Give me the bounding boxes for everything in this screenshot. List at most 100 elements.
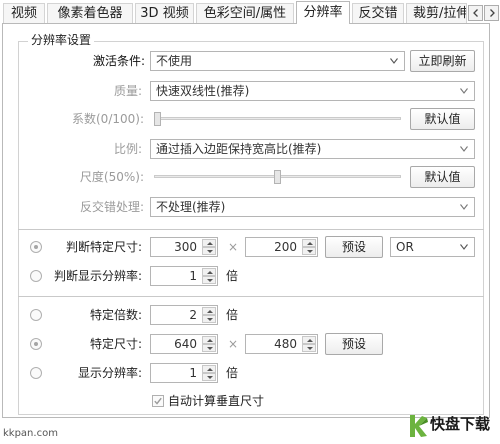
- spin-up-icon: [207, 271, 213, 274]
- spin-arrows: [302, 336, 316, 352]
- spin-value: 640: [174, 337, 197, 351]
- chevron-down-icon: [460, 204, 468, 210]
- spin-up-icon: [307, 242, 313, 245]
- watermark-brand: 快盘下载: [430, 415, 491, 433]
- spin-down-button[interactable]: [202, 373, 216, 381]
- auto-vertical-checkbox[interactable]: [152, 395, 164, 407]
- spin-down-button[interactable]: [202, 344, 216, 352]
- tab-label: 分辨率: [303, 5, 343, 20]
- activation-select[interactable]: 不使用: [150, 51, 405, 71]
- display-resolution-label: 显示分辨率:: [77, 366, 142, 380]
- detect-display-label: 判断显示分辨率:: [53, 269, 142, 283]
- tab-pixel-shader[interactable]: 像素着色器: [47, 3, 133, 23]
- detect-height-spinbox[interactable]: 200: [245, 237, 318, 257]
- times-unit: 倍: [226, 366, 239, 380]
- spin-down-icon: [207, 279, 213, 282]
- spin-arrows: [202, 336, 216, 352]
- spin-arrows: [302, 239, 316, 255]
- tab-resolution[interactable]: 分辨率: [296, 1, 350, 24]
- detect-size-radio[interactable]: [30, 241, 42, 253]
- tab-scroll-right-button[interactable]: [484, 5, 499, 21]
- spin-value: 1: [189, 366, 197, 380]
- spin-down-button[interactable]: [202, 276, 216, 284]
- ratio-value: 通过插入边距保持宽高比(推荐): [156, 142, 322, 156]
- slider-groove: [154, 117, 401, 120]
- scale-default-button[interactable]: 默认值: [410, 166, 475, 188]
- tab-label: 反交错: [358, 6, 398, 21]
- spin-down-icon: [207, 318, 213, 321]
- spin-up-button[interactable]: [202, 239, 216, 247]
- detect-preset-button[interactable]: 预设: [325, 236, 383, 258]
- spin-arrows: [202, 239, 216, 255]
- specific-size-radio[interactable]: [30, 338, 42, 350]
- spin-down-button[interactable]: [202, 247, 216, 255]
- tab-color-space[interactable]: 色彩空间/属性: [196, 3, 294, 23]
- spin-up-button[interactable]: [302, 336, 316, 344]
- slider-thumb[interactable]: [274, 170, 281, 184]
- display-resolution-radio[interactable]: [30, 367, 42, 379]
- deinterlace-value: 不处理(推荐): [156, 200, 226, 214]
- spin-up-button[interactable]: [202, 307, 216, 315]
- tab-label: 像素着色器: [57, 6, 123, 21]
- spin-arrows: [202, 307, 216, 323]
- slider-thumb[interactable]: [154, 112, 161, 126]
- tab-crop-stretch[interactable]: 裁剪/拉伸: [406, 3, 467, 23]
- group-title: 分辨率设置: [28, 32, 95, 48]
- chevron-down-icon: [390, 58, 398, 64]
- tab-scroll-left-button[interactable]: [468, 5, 483, 21]
- ratio-label: 比例:: [113, 142, 142, 156]
- activation-label: 激活条件:: [92, 54, 145, 68]
- separator: [18, 296, 484, 297]
- tab-deinterlace[interactable]: 反交错: [352, 3, 404, 23]
- spin-value: 2: [189, 308, 197, 322]
- specific-height-spinbox[interactable]: 480: [245, 334, 318, 354]
- coefficient-default-button[interactable]: 默认值: [410, 108, 475, 130]
- spin-down-button[interactable]: [202, 315, 216, 323]
- detect-display-spinbox[interactable]: 1: [150, 266, 218, 286]
- checkmark-icon: [154, 397, 162, 405]
- deinterlace-select[interactable]: 不处理(推荐): [150, 197, 475, 217]
- quality-select[interactable]: 快速双线性(推荐): [150, 81, 475, 101]
- display-resolution-spinbox[interactable]: 1: [150, 363, 218, 383]
- times-unit: 倍: [226, 308, 239, 322]
- tab-label: 裁剪/拉伸: [413, 6, 467, 21]
- coefficient-slider[interactable]: [150, 109, 405, 129]
- detect-size-label: 判断特定尺寸:: [65, 240, 142, 254]
- spin-up-button[interactable]: [302, 239, 316, 247]
- spin-up-button[interactable]: [202, 336, 216, 344]
- spin-up-button[interactable]: [202, 365, 216, 373]
- ratio-select[interactable]: 通过插入边距保持宽高比(推荐): [150, 139, 475, 159]
- spin-value: 1: [189, 269, 197, 283]
- tab-3d-video[interactable]: 3D 视频: [135, 3, 194, 23]
- chevron-down-icon: [460, 244, 468, 250]
- tab-label: 色彩空间/属性: [203, 6, 287, 21]
- activation-value: 不使用: [156, 54, 193, 68]
- quality-label: 质量:: [113, 84, 142, 98]
- resolution-settings-dialog: 视频 像素着色器 3D 视频 色彩空间/属性 分辨率 反交错 裁剪/拉伸 分辨率…: [0, 0, 500, 444]
- spin-up-icon: [207, 368, 213, 371]
- refresh-now-button[interactable]: 立即刷新: [410, 50, 475, 72]
- spin-up-button[interactable]: [202, 268, 216, 276]
- spin-value: 300: [174, 240, 197, 254]
- detect-display-radio[interactable]: [30, 270, 42, 282]
- spin-down-button[interactable]: [302, 247, 316, 255]
- chevron-down-icon: [460, 88, 468, 94]
- kuaipan-logo-icon: [410, 415, 428, 437]
- times-unit: 倍: [226, 269, 239, 283]
- quality-value: 快速双线性(推荐): [156, 84, 250, 98]
- detect-width-spinbox[interactable]: 300: [150, 237, 218, 257]
- specific-multiple-radio[interactable]: [30, 309, 42, 321]
- chevron-right-icon: [490, 9, 495, 17]
- spin-down-icon: [207, 376, 213, 379]
- auto-vertical-label: 自动计算垂直尺寸: [168, 394, 265, 408]
- spin-value: 200: [274, 240, 297, 254]
- logic-select[interactable]: OR: [390, 237, 475, 257]
- scale-slider[interactable]: [150, 167, 405, 187]
- specific-multiple-spinbox[interactable]: 2: [150, 305, 218, 325]
- watermark-site: kkpan.com: [3, 428, 58, 439]
- tab-video[interactable]: 视频: [3, 3, 45, 23]
- specific-width-spinbox[interactable]: 640: [150, 334, 218, 354]
- spin-down-button[interactable]: [302, 344, 316, 352]
- spin-value: 480: [274, 337, 297, 351]
- specific-preset-button[interactable]: 预设: [325, 333, 383, 355]
